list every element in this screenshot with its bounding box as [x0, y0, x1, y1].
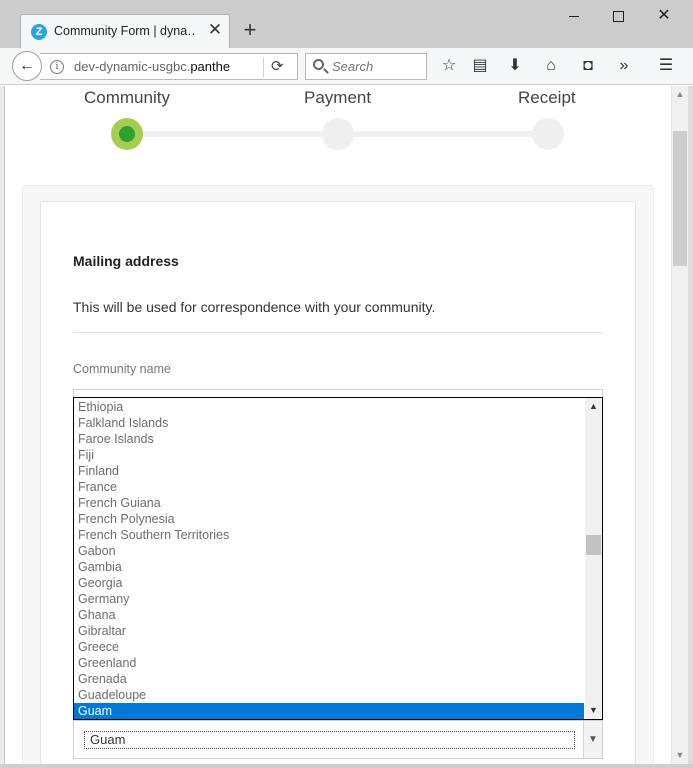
country-option[interactable]: Falkland Islands	[74, 415, 584, 431]
navigation-toolbar: i dev-dynamic-usgbc.panthe ⟳ ← Search ☆ …	[0, 48, 693, 85]
dropdown-scroll-thumb[interactable]	[586, 535, 601, 555]
menu-icon[interactable]: ☰	[656, 56, 676, 76]
step-dot-community	[111, 118, 143, 150]
home-icon[interactable]: ⌂	[541, 56, 561, 76]
country-select-value: Guam	[84, 731, 575, 749]
country-option[interactable]: Ethiopia	[74, 399, 584, 415]
community-name-label: Community name	[73, 362, 171, 376]
country-option[interactable]: Ghana	[74, 607, 584, 623]
country-option[interactable]: Gabon	[74, 543, 584, 559]
reading-list-icon[interactable]: ▤	[470, 56, 490, 76]
overflow-chevron-icon[interactable]: »	[614, 56, 634, 76]
country-option[interactable]: French Guiana	[74, 495, 584, 511]
country-option[interactable]: Finland	[74, 463, 584, 479]
step-label-community: Community	[84, 88, 170, 107]
search-input[interactable]: Search	[305, 53, 427, 80]
search-icon	[313, 59, 324, 70]
country-option[interactable]: French Southern Territories	[74, 527, 584, 543]
new-tab-button[interactable]: +	[240, 19, 260, 41]
info-icon[interactable]: i	[50, 60, 64, 74]
page-scroll-thumb[interactable]	[673, 131, 687, 266]
scroll-down-icon[interactable]: ▼	[672, 747, 688, 764]
country-option[interactable]: Fiji	[74, 447, 584, 463]
browser-tab[interactable]: Z Community Form | dyna… ✕	[20, 14, 230, 48]
url-domain: panthe	[190, 59, 231, 74]
bookmark-star-icon[interactable]: ☆	[439, 56, 459, 76]
country-option[interactable]: French Polynesia	[74, 511, 584, 527]
scroll-up-icon[interactable]: ▲	[672, 86, 688, 103]
site-favicon-icon: Z	[31, 24, 47, 40]
dropdown-scroll-up-icon[interactable]: ▲	[585, 398, 602, 415]
page-viewport: Community Payment Receipt Mailing addres…	[5, 86, 671, 764]
step-label-payment: Payment	[304, 88, 372, 107]
section-divider	[73, 332, 603, 333]
country-option[interactable]: Germany	[74, 591, 584, 607]
section-heading: Mailing address	[73, 253, 179, 269]
title-bar: Z Community Form | dyna… ✕ + ✕	[0, 0, 693, 48]
minimize-button[interactable]	[562, 6, 586, 26]
tab-close-icon[interactable]: ✕	[206, 21, 224, 39]
url-text[interactable]: dev-dynamic-usgbc.panthe	[74, 59, 240, 74]
country-option[interactable]: Gibraltar	[74, 623, 584, 639]
window-bottom-edge	[0, 764, 693, 768]
pocket-icon[interactable]: ◘	[578, 56, 598, 76]
url-prefix: dev-dynamic-usgbc.	[74, 59, 191, 74]
step-dot-payment	[322, 118, 354, 150]
country-option[interactable]: Gambia	[74, 559, 584, 575]
country-option[interactable]: France	[74, 479, 584, 495]
url-separator	[263, 58, 264, 77]
country-option[interactable]: Grenada	[74, 671, 584, 687]
country-select[interactable]: Guam ▼	[73, 720, 603, 759]
download-icon[interactable]: ⬇	[505, 56, 525, 76]
tab-title: Community Form | dyna…	[54, 24, 196, 38]
back-arrow-icon: ←	[19, 57, 35, 74]
country-dropdown-list[interactable]: Ethiopia Falkland Islands Faroe Islands Fij…	[73, 397, 603, 720]
page-scrollbar[interactable]: ▲ ▼	[671, 86, 688, 764]
country-option[interactable]: Guam	[74, 703, 584, 719]
step-label-receipt: Receipt	[518, 88, 576, 107]
country-option[interactable]: Georgia	[74, 575, 584, 591]
close-window-button[interactable]: ✕	[652, 6, 676, 26]
back-button[interactable]: ←	[12, 51, 42, 81]
maximize-button[interactable]	[606, 6, 630, 26]
chevron-down-icon[interactable]: ▼	[583, 721, 602, 758]
country-option[interactable]: Greece	[74, 639, 584, 655]
reload-icon[interactable]: ⟳	[271, 57, 284, 75]
search-placeholder: Search	[332, 59, 374, 74]
dropdown-scroll-down-icon[interactable]: ▼	[585, 702, 602, 719]
window-right-edge	[688, 86, 693, 768]
section-description: This will be used for correspondence wit…	[73, 299, 436, 315]
step-dot-receipt	[532, 118, 564, 150]
country-option[interactable]: Greenland	[74, 655, 584, 671]
url-bar[interactable]: i dev-dynamic-usgbc.panthe ⟳	[40, 53, 298, 80]
country-option[interactable]: Faroe Islands	[74, 431, 584, 447]
dropdown-scrollbar[interactable]: ▲ ▼	[585, 398, 602, 719]
country-option[interactable]: Guadeloupe	[74, 687, 584, 703]
